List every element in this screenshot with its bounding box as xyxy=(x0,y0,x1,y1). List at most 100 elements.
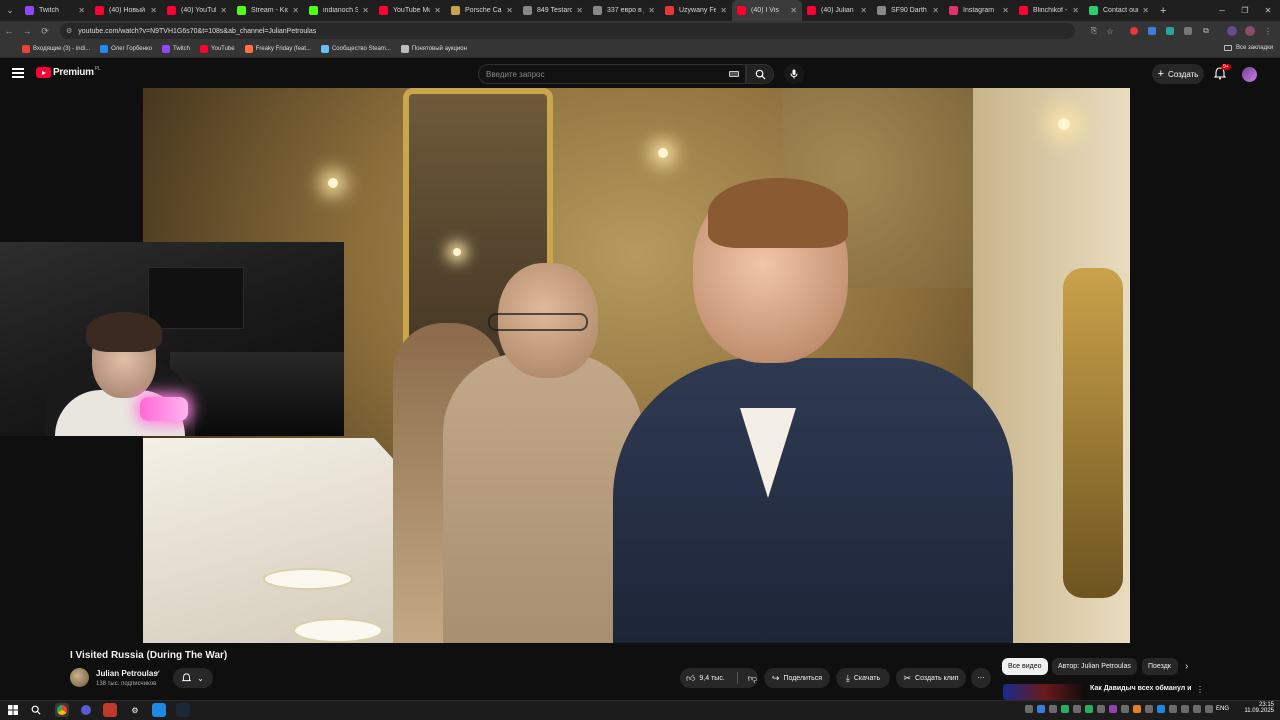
bookmark-item[interactable]: Входящие (3) - indi... xyxy=(22,45,90,53)
tray-icon[interactable] xyxy=(1157,705,1165,713)
profile-avatar[interactable] xyxy=(1244,25,1256,37)
channel-avatar[interactable] xyxy=(70,668,89,687)
maximize-icon[interactable]: ❐ xyxy=(1234,0,1256,21)
tab-close-icon[interactable]: ✕ xyxy=(150,6,157,15)
tab-close-icon[interactable]: ✕ xyxy=(506,6,513,15)
bookmark-item[interactable]: Twitch xyxy=(162,45,190,53)
tray-icon[interactable] xyxy=(1133,705,1141,713)
keyboard-icon[interactable] xyxy=(729,71,739,77)
settings-icon[interactable]: ⚙ xyxy=(128,703,142,717)
subscription-bell-button[interactable]: ⌄ xyxy=(173,668,213,688)
close-window-icon[interactable]: ✕ xyxy=(1257,0,1279,21)
profile-avatar[interactable] xyxy=(1226,25,1238,37)
tab[interactable]: Stream - Kick✕ xyxy=(232,0,304,21)
tab-close-icon[interactable]: ✕ xyxy=(648,6,655,15)
bookmark-star-icon[interactable]: ☆ xyxy=(1104,25,1116,37)
chip-author[interactable]: Автор: Julian Petroulas xyxy=(1052,658,1137,675)
tab[interactable]: Contact our t✕ xyxy=(1084,0,1154,21)
tab-close-icon[interactable]: ✕ xyxy=(576,6,583,15)
account-avatar[interactable] xyxy=(1242,67,1257,82)
tray-icon[interactable] xyxy=(1073,705,1081,713)
install-icon[interactable]: ⎘ xyxy=(1088,25,1100,37)
bookmark-item[interactable]: Сообщество Steam... xyxy=(320,45,391,53)
windows-start-icon[interactable] xyxy=(6,703,20,717)
tab[interactable]: Twitch ✕ xyxy=(20,0,90,21)
steam-icon[interactable] xyxy=(176,703,190,717)
recommended-menu-icon[interactable]: ⋮ xyxy=(1196,685,1204,694)
voice-search-button[interactable] xyxy=(784,64,804,84)
chevron-right-icon[interactable]: › xyxy=(1185,661,1188,672)
site-info-icon[interactable]: ⚙ xyxy=(66,27,72,35)
url-field[interactable]: ⚙ youtube.com/watch?v=N9TVH1G6s70&t=108s… xyxy=(60,23,1075,39)
channel-name[interactable]: Julian Petroulas xyxy=(96,669,158,678)
volume-icon[interactable] xyxy=(1193,705,1201,713)
extension-icon[interactable] xyxy=(1146,25,1158,37)
app-icon[interactable] xyxy=(103,703,117,717)
wifi-icon[interactable] xyxy=(1181,705,1189,713)
clock[interactable]: 23:15 11.09.2025 xyxy=(1244,702,1274,714)
tab[interactable]: Blinchikof - Y ✕ xyxy=(1014,0,1084,21)
tab[interactable]: Używany Fer ✕ xyxy=(660,0,732,21)
browser-menu-icon[interactable]: ⋮ xyxy=(1262,25,1274,37)
tab-close-icon[interactable]: ✕ xyxy=(790,6,797,15)
tray-icon[interactable] xyxy=(1097,705,1105,713)
extension-icon[interactable] xyxy=(1128,25,1140,37)
reload-icon[interactable]: ⟳ xyxy=(36,21,54,41)
tab-close-icon[interactable]: ✕ xyxy=(1142,6,1149,15)
tab-close-icon[interactable]: ✕ xyxy=(720,6,727,15)
extension-icon[interactable] xyxy=(1164,25,1176,37)
tab[interactable]: indianoch Str✕ xyxy=(304,0,374,21)
tab-close-icon[interactable]: ✕ xyxy=(362,6,369,15)
tray-icon[interactable] xyxy=(1061,705,1069,713)
dislike-button[interactable]: 👎︎ xyxy=(748,673,757,684)
extensions-puzzle-icon[interactable]: ⧉ xyxy=(1200,25,1212,37)
share-button[interactable]: ↪ Поделиться xyxy=(764,668,830,688)
chip-all-videos[interactable]: Все видео xyxy=(1002,658,1048,675)
recommended-thumbnail[interactable] xyxy=(1003,684,1087,700)
tab[interactable]: (40) Julian Pe ✕ xyxy=(802,0,872,21)
chip-trips[interactable]: Поездк xyxy=(1142,658,1178,675)
tab-close-icon[interactable]: ✕ xyxy=(932,6,939,15)
tab-close-icon[interactable]: ✕ xyxy=(220,6,227,15)
recommended-title[interactable]: Как Давидыч всех обманул и xyxy=(1090,685,1192,692)
tab[interactable]: 849 Testaros✕ xyxy=(518,0,588,21)
tab-close-icon[interactable]: ✕ xyxy=(1002,6,1009,15)
bookmark-item[interactable]: Freaky Friday (feat... xyxy=(244,45,311,53)
clip-button[interactable]: ✂ Создать клип xyxy=(896,668,966,688)
minimize-icon[interactable]: ─ xyxy=(1211,0,1233,21)
tray-icon[interactable] xyxy=(1037,705,1045,713)
app-icon[interactable] xyxy=(152,703,166,717)
app-icon[interactable] xyxy=(79,703,93,717)
tab[interactable]: YouTube Mus✕ xyxy=(374,0,446,21)
youtube-logo[interactable]: Premium PL xyxy=(36,66,101,78)
all-bookmarks-button[interactable]: Все закладки xyxy=(1224,45,1273,51)
tab-search-icon[interactable]: ⌄ xyxy=(0,0,20,21)
tab-close-icon[interactable]: ✕ xyxy=(434,6,441,15)
tab[interactable]: Instagram ✕ xyxy=(944,0,1014,21)
forward-icon[interactable]: → xyxy=(18,21,36,41)
tab[interactable]: Porsche Car C ✕ xyxy=(446,0,518,21)
more-actions-button[interactable]: ⋯ xyxy=(971,668,991,688)
extension-icon[interactable] xyxy=(1182,25,1194,37)
tab[interactable]: (40) Новый ф ✕ xyxy=(90,0,162,21)
bookmark-item[interactable]: Олег Горбенко xyxy=(100,45,152,53)
tray-icon[interactable] xyxy=(1049,705,1057,713)
like-button[interactable]: 👍︎ 9,4 тыс. xyxy=(686,673,725,684)
tab-close-icon[interactable]: ✕ xyxy=(860,6,867,15)
download-button[interactable]: ⤓ Скачать xyxy=(836,668,890,688)
tab[interactable]: (40) I Vis ✕ xyxy=(732,0,802,21)
tray-icon[interactable] xyxy=(1145,705,1153,713)
new-tab-button[interactable]: + xyxy=(1160,5,1166,17)
search-input[interactable]: Введите запрос xyxy=(478,64,746,84)
tab-close-icon[interactable]: ✕ xyxy=(292,6,299,15)
tray-icon[interactable] xyxy=(1109,705,1117,713)
bookmark-item[interactable]: Понятовый аукцион xyxy=(400,45,467,53)
notifications-button[interactable]: 9+ xyxy=(1213,64,1231,81)
search-icon[interactable] xyxy=(29,703,43,717)
tab-close-icon[interactable]: ✕ xyxy=(78,6,85,15)
tab-close-icon[interactable]: ✕ xyxy=(1072,6,1079,15)
tray-icon[interactable] xyxy=(1025,705,1033,713)
language-indicator[interactable]: ENG xyxy=(1216,706,1229,712)
tray-icon[interactable] xyxy=(1121,705,1129,713)
create-button[interactable]: + Создать xyxy=(1152,64,1204,84)
